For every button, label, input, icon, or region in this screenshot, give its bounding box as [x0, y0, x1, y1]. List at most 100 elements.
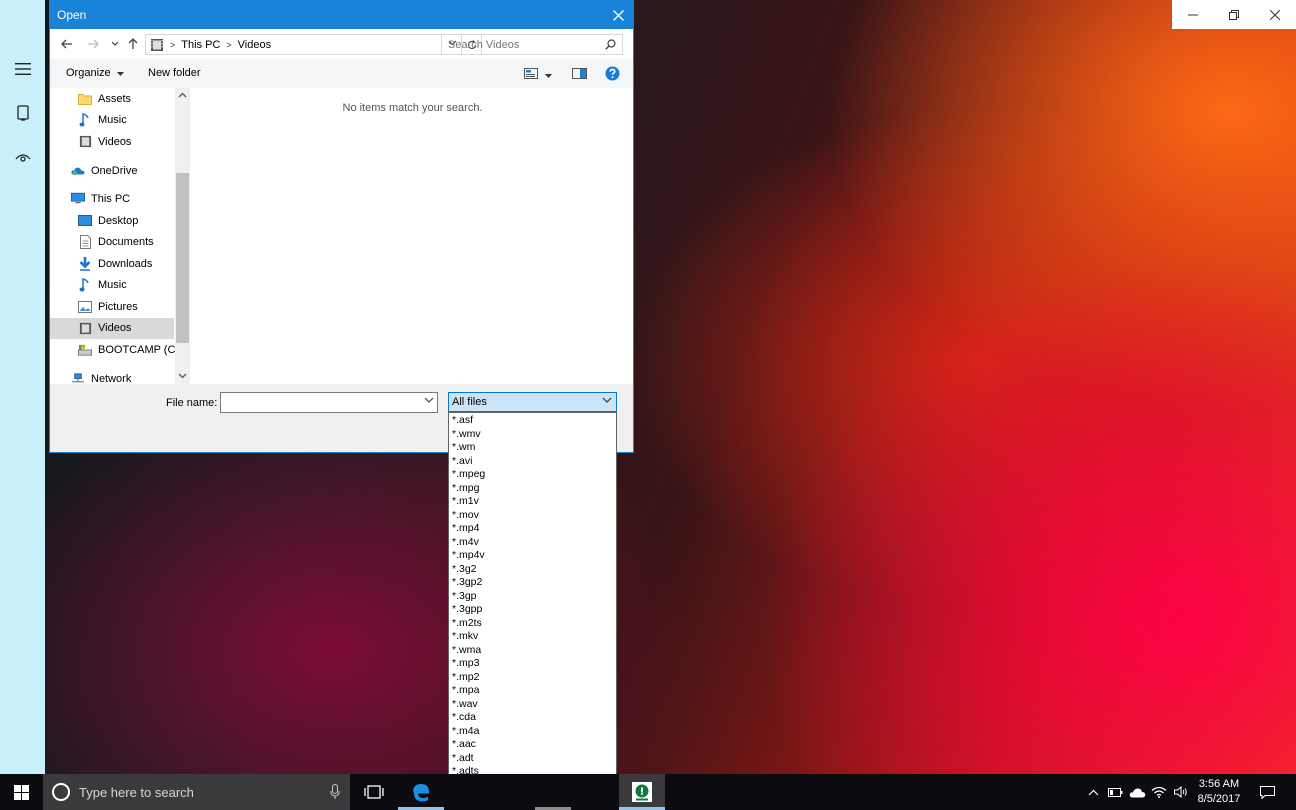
file-type-option[interactable]: *.mpa [449, 684, 616, 698]
up-button[interactable] [125, 36, 141, 52]
forward-button[interactable] [85, 36, 101, 52]
window-close-button[interactable] [1254, 0, 1295, 29]
show-hidden-icons-button[interactable] [1083, 774, 1103, 810]
wifi-tray-button[interactable] [1148, 774, 1170, 810]
edge-icon [413, 784, 429, 802]
help-button[interactable] [605, 66, 620, 84]
back-button[interactable] [59, 36, 75, 52]
file-type-select[interactable]: All files [448, 392, 617, 412]
file-type-option[interactable]: *.mp3 [449, 657, 616, 671]
organize-button[interactable]: Organize [66, 67, 124, 79]
file-name-input[interactable] [221, 393, 416, 412]
file-type-option[interactable]: *.m4v [449, 536, 616, 550]
file-type-option[interactable]: *.mov [449, 509, 616, 523]
nav-item-documents[interactable]: Documents [78, 232, 154, 253]
nav-item-pictures[interactable]: Pictures [78, 296, 138, 317]
search-box[interactable] [441, 34, 623, 55]
minimize-button[interactable] [1172, 0, 1213, 29]
file-type-option[interactable]: *.adt [449, 752, 616, 766]
file-type-option[interactable]: *.wma [449, 644, 616, 658]
volume-tray-button[interactable] [1170, 774, 1192, 810]
start-button[interactable] [0, 774, 43, 810]
caret-down-icon [545, 74, 552, 78]
scroll-up-icon [178, 92, 187, 98]
chevron-down-icon[interactable] [424, 397, 434, 404]
device-rail-button[interactable] [0, 97, 45, 129]
nav-item-bootcamp[interactable]: BOOTCAMP (C:) [78, 339, 182, 360]
file-type-option[interactable]: *.3gpp [449, 603, 616, 617]
task-view-button[interactable] [351, 774, 397, 810]
nav-item-videos-quick[interactable]: Videos [78, 131, 131, 152]
breadcrumb-this-pc[interactable]: This PC [181, 39, 220, 51]
change-view-button[interactable] [524, 68, 538, 82]
hamburger-menu-button[interactable] [0, 53, 45, 85]
nav-pane-scrollbar[interactable] [175, 88, 190, 384]
file-type-option[interactable]: *.m2ts [449, 617, 616, 631]
file-type-option[interactable]: *.mp2 [449, 671, 616, 685]
file-name-combobox[interactable] [220, 392, 438, 413]
nav-item-downloads[interactable]: Downloads [78, 253, 152, 274]
documents-icon [78, 235, 92, 249]
breadcrumb-separator: > [226, 39, 232, 50]
file-type-option[interactable]: *.wm [449, 441, 616, 455]
file-type-option[interactable]: *.avi [449, 455, 616, 469]
nav-item-music[interactable]: Music [78, 275, 127, 296]
file-type-option[interactable]: *.m1v [449, 495, 616, 509]
file-type-option[interactable]: *.mpeg [449, 468, 616, 482]
file-type-option[interactable]: *.mkv [449, 630, 616, 644]
dialog-close-button[interactable] [609, 6, 627, 24]
nav-item-label: BOOTCAMP (C:) [98, 343, 183, 356]
file-type-option[interactable]: *.wmv [449, 428, 616, 442]
file-type-option[interactable]: *.3gp2 [449, 576, 616, 590]
file-type-option[interactable]: *.3g2 [449, 563, 616, 577]
search-input[interactable] [442, 35, 592, 54]
arrow-right-icon [88, 39, 99, 49]
dialog-title: Open [57, 8, 87, 22]
app-taskbar-button[interactable] [619, 774, 665, 810]
preview-pane-button[interactable] [572, 68, 587, 82]
file-type-option[interactable]: *.mp4 [449, 522, 616, 536]
file-type-option[interactable]: *.asf [449, 414, 616, 428]
new-folder-button[interactable]: New folder [148, 67, 201, 79]
organize-label: Organize [66, 67, 111, 79]
file-list-area[interactable]: No items match your search. [190, 88, 633, 384]
battery-tray-button[interactable] [1104, 774, 1126, 810]
action-center-button[interactable] [1254, 774, 1280, 810]
nav-item-this-pc[interactable]: This PC [71, 188, 130, 209]
file-type-option[interactable]: *.mp4v [449, 549, 616, 563]
nav-item-label: Music [98, 114, 127, 126]
view-dropdown-button[interactable] [545, 69, 552, 81]
recent-locations-button[interactable] [107, 36, 123, 52]
onedrive-icon [71, 164, 85, 178]
battery-icon [1107, 787, 1122, 797]
file-type-option[interactable]: *.mpg [449, 482, 616, 496]
nav-item-assets[interactable]: Assets [78, 88, 131, 109]
minimize-icon [1187, 14, 1198, 15]
taskbar-clock[interactable]: 3:56 AM 8/5/2017 [1192, 777, 1246, 807]
desktop-icon [78, 214, 92, 228]
file-type-option[interactable]: *.aac [449, 738, 616, 752]
nav-item-desktop[interactable]: Desktop [78, 210, 138, 231]
restore-button[interactable] [1213, 0, 1254, 29]
edge-taskbar-button[interactable] [398, 774, 444, 810]
file-type-option[interactable]: *.m4a [449, 725, 616, 739]
music-icon [78, 278, 92, 292]
nav-item-videos[interactable]: Videos [50, 317, 174, 339]
eye-rail-button[interactable] [0, 141, 45, 173]
dialog-titlebar: Open [50, 1, 633, 29]
file-type-option[interactable]: *.wav [449, 698, 616, 712]
microphone-icon[interactable] [330, 784, 340, 800]
breadcrumb-videos[interactable]: Videos [238, 39, 271, 51]
taskbar-search-box[interactable]: Type here to search [43, 774, 350, 810]
windows-logo-icon [14, 784, 29, 800]
nav-item-music-quick[interactable]: Music [78, 110, 127, 131]
scrollbar-thumb[interactable] [176, 173, 189, 343]
nav-item-network[interactable]: Network [71, 368, 131, 384]
music-icon [78, 113, 92, 127]
file-type-option[interactable]: *.3gp [449, 590, 616, 604]
downloads-icon [78, 256, 92, 271]
nav-item-onedrive[interactable]: OneDrive [71, 160, 137, 181]
file-type-option[interactable]: *.cda [449, 711, 616, 725]
onedrive-tray-button[interactable] [1126, 774, 1148, 810]
address-bar[interactable]: > This PC > Videos [145, 34, 482, 55]
